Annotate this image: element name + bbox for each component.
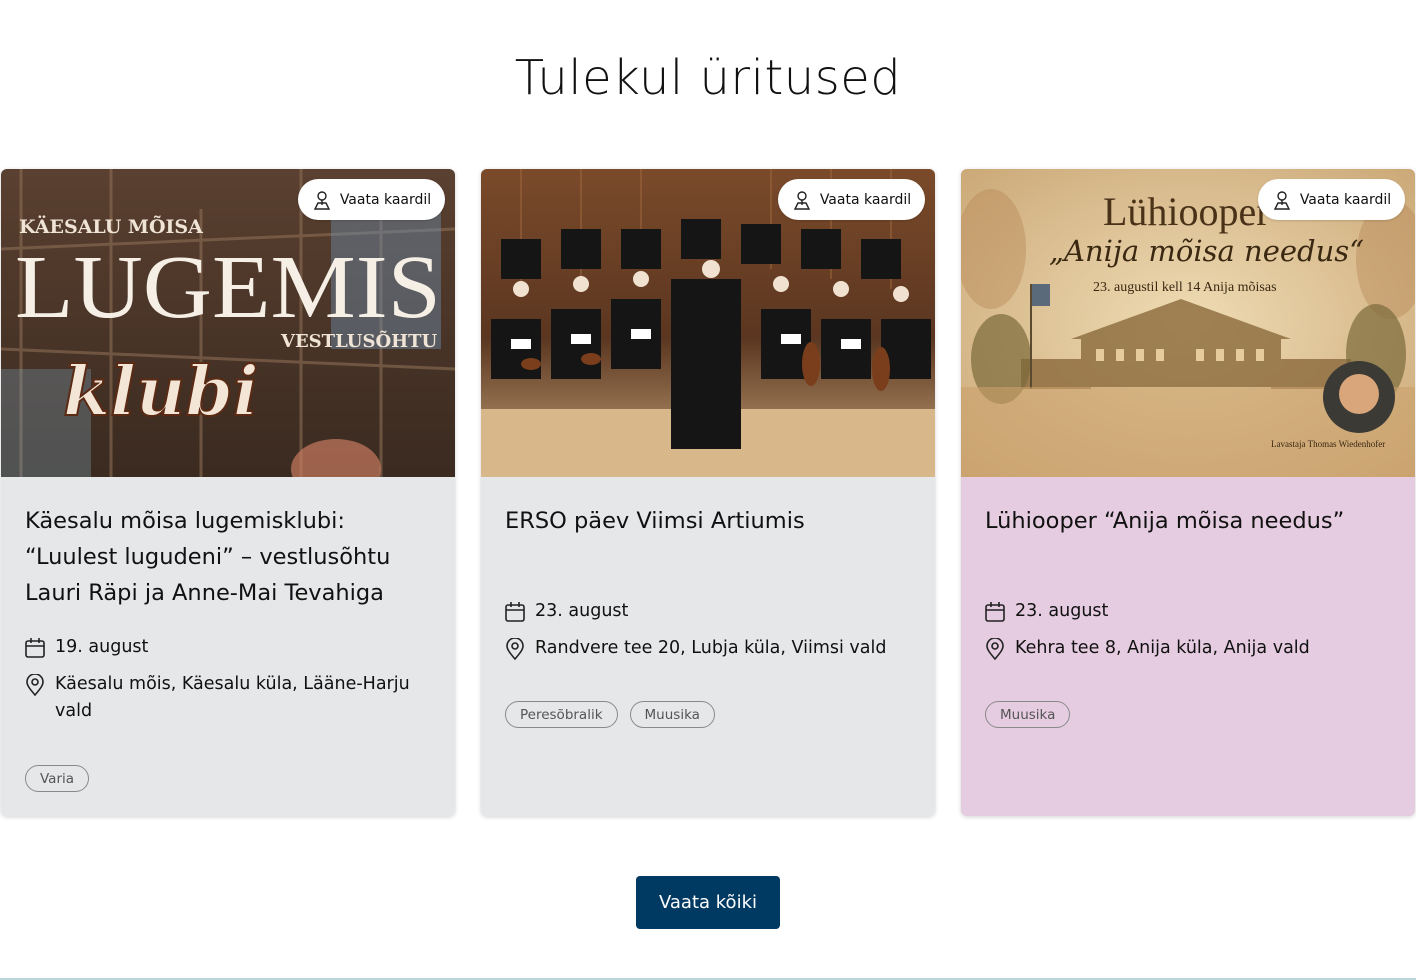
view-on-map-button[interactable]: Vaata kaardil <box>778 179 925 220</box>
event-title[interactable]: Lühiooper “Anija mõisa needus” <box>985 503 1395 539</box>
image-text-director: Lavastaja Thomas Wiedenhofer <box>1271 439 1385 449</box>
event-meta: 23. august Randvere tee 20, Lubja küla, … <box>505 598 905 662</box>
image-text-short-opera: Lühiooper <box>1103 189 1270 234</box>
event-date-text: 23. august <box>1015 601 1109 621</box>
event-tags: Muusika <box>985 701 1071 728</box>
event-card[interactable]: Vaata kaardil ERSO päev Viimsi Artiumis … <box>481 169 935 816</box>
event-tag[interactable]: Muusika <box>985 701 1071 728</box>
event-tag[interactable]: Varia <box>25 765 90 792</box>
map-person-pin-icon <box>793 190 810 210</box>
view-on-map-button[interactable]: Vaata kaardil <box>1258 179 1405 220</box>
map-person-pin-icon <box>1273 190 1290 210</box>
event-tag[interactable]: Peresõbralik <box>505 701 618 728</box>
event-meta: 23. august Kehra tee 8, Anija küla, Anij… <box>985 598 1385 662</box>
view-on-map-label: Vaata kaardil <box>1299 191 1392 208</box>
event-date: 23. august <box>985 598 1385 625</box>
event-date-text: 23. august <box>535 601 629 621</box>
event-location-text: Randvere tee 20, Lubja küla, Viimsi vald <box>535 638 887 658</box>
view-on-map-button[interactable]: Vaata kaardil <box>298 179 445 220</box>
event-image[interactable]: Vaata kaardil <box>481 169 935 477</box>
location-pin-icon <box>26 674 44 696</box>
calendar-icon <box>985 602 1005 622</box>
event-meta: 19. august Käesalu mõis, Käesalu küla, L… <box>25 634 425 725</box>
event-date: 23. august <box>505 598 905 625</box>
event-location: Randvere tee 20, Lubja küla, Viimsi vald <box>505 635 905 662</box>
event-tags: Varia <box>25 765 90 792</box>
image-text-reading: LUGEMIS <box>15 238 441 337</box>
event-card[interactable]: Lühiooper „Anija mõisa needus“ 23. augus… <box>961 169 1415 816</box>
event-cards: KÄESALU MÕISA LUGEMIS VESTLUSÕHTU klubi … <box>1 169 1415 816</box>
calendar-icon <box>505 602 525 622</box>
event-location: Käesalu mõis, Käesalu küla, Lääne-Harju … <box>25 671 425 725</box>
event-tag[interactable]: Muusika <box>629 701 715 728</box>
image-text-opera-date: 23. augustil kell 14 Anija mõisas <box>1093 280 1277 295</box>
calendar-icon <box>25 638 45 658</box>
event-location-text: Kehra tee 8, Anija küla, Anija vald <box>1015 638 1310 658</box>
event-tags: Peresõbralik Muusika <box>505 701 715 728</box>
event-title[interactable]: ERSO päev Viimsi Artiumis <box>505 503 915 539</box>
image-text-opera-title: „Anija mõisa needus“ <box>1049 234 1364 268</box>
view-all-button[interactable]: Vaata kõiki <box>636 876 780 929</box>
image-text-club: klubi <box>63 352 259 432</box>
section-title: Tulekul üritused <box>514 50 902 106</box>
event-date-text: 19. august <box>55 637 149 657</box>
event-location-text: Käesalu mõis, Käesalu küla, Lääne-Harju … <box>55 674 410 721</box>
view-on-map-label: Vaata kaardil <box>819 191 912 208</box>
location-pin-icon <box>986 638 1004 660</box>
event-image[interactable]: KÄESALU MÕISA LUGEMIS VESTLUSÕHTU klubi … <box>1 169 455 477</box>
image-text-estate: KÄESALU MÕISA <box>19 215 203 238</box>
map-person-pin-icon <box>313 190 330 210</box>
event-date: 19. august <box>25 634 425 661</box>
image-text-evening: VESTLUSÕHTU <box>280 329 438 352</box>
event-image[interactable]: Lühiooper „Anija mõisa needus“ 23. augus… <box>961 169 1415 477</box>
view-on-map-label: Vaata kaardil <box>339 191 432 208</box>
event-location: Kehra tee 8, Anija küla, Anija vald <box>985 635 1385 662</box>
event-title[interactable]: Käesalu mõisa lugemisklubi: “Luulest lug… <box>25 503 435 611</box>
location-pin-icon <box>506 638 524 660</box>
event-card[interactable]: KÄESALU MÕISA LUGEMIS VESTLUSÕHTU klubi … <box>1 169 455 816</box>
